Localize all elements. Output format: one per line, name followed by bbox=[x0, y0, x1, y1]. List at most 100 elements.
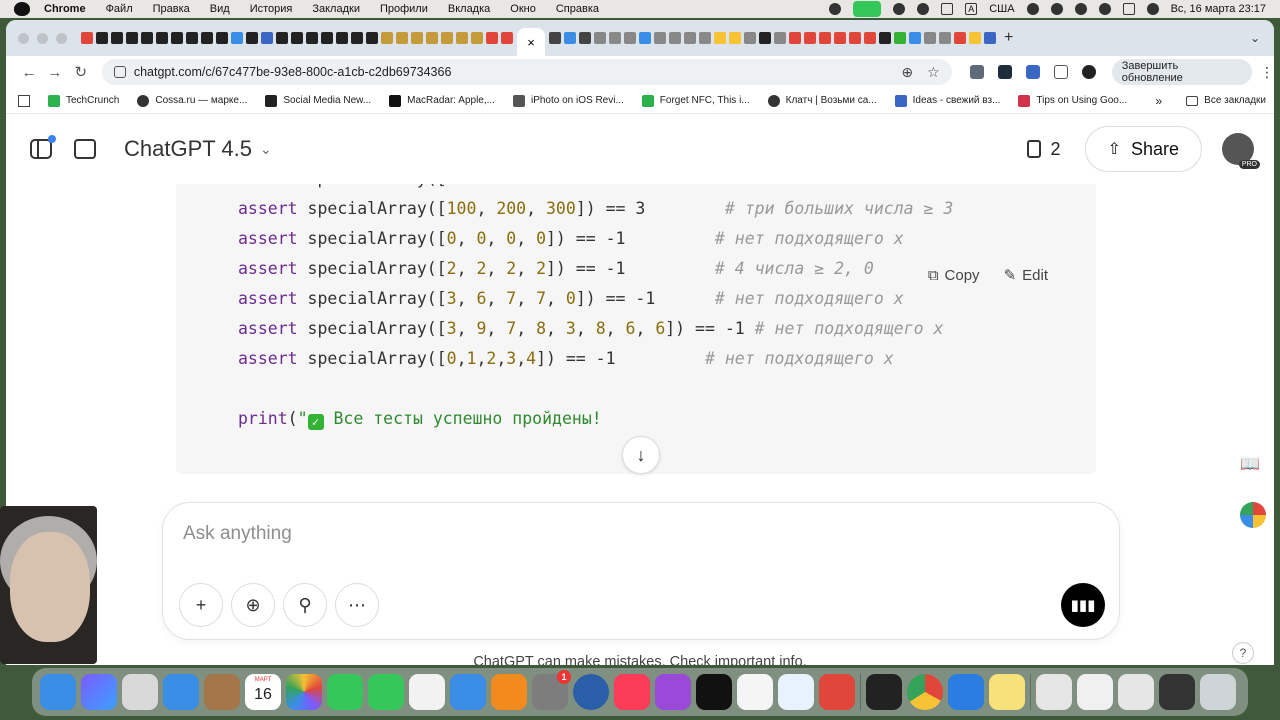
wifi-icon[interactable] bbox=[1050, 3, 1063, 15]
tab-favicon[interactable] bbox=[804, 32, 816, 44]
bookmark-item[interactable]: iPhoto on iOS Revi... bbox=[512, 94, 624, 107]
notes-icon[interactable] bbox=[989, 674, 1025, 710]
tab-favicon[interactable] bbox=[714, 32, 726, 44]
tab-favicon[interactable] bbox=[141, 32, 153, 44]
tab-favicon[interactable] bbox=[699, 32, 711, 44]
sidebar-toggle-icon[interactable] bbox=[30, 135, 56, 159]
tab-favicon[interactable] bbox=[261, 32, 273, 44]
share-button[interactable]: ⇧ Share bbox=[1084, 126, 1202, 172]
bookmark-star-icon[interactable]: ☆ bbox=[927, 64, 940, 81]
iphone-mirroring-icon[interactable] bbox=[819, 674, 855, 710]
reload-icon[interactable]: ↻ bbox=[68, 63, 94, 81]
apple-tv-icon[interactable] bbox=[696, 674, 732, 710]
system-settings-icon[interactable]: 1 bbox=[532, 670, 571, 710]
translate-icon[interactable] bbox=[1025, 65, 1040, 79]
keyboard-layout-icon[interactable]: A bbox=[965, 3, 978, 15]
bookmark-item[interactable]: MacRadar: Apple,... bbox=[389, 94, 495, 107]
tab-favicon[interactable] bbox=[894, 32, 906, 44]
keynote-icon[interactable] bbox=[450, 674, 486, 710]
apple-icon[interactable] bbox=[14, 2, 30, 16]
tab-favicon[interactable] bbox=[549, 32, 561, 44]
tab-favicon[interactable] bbox=[126, 32, 138, 44]
siri-icon[interactable] bbox=[1146, 3, 1159, 15]
tab-favicon[interactable] bbox=[171, 32, 183, 44]
eject-icon[interactable] bbox=[1074, 3, 1087, 15]
window-thumbnail-icon[interactable] bbox=[1159, 674, 1195, 710]
attach-plus-button[interactable]: + bbox=[179, 583, 223, 627]
tab-favicon[interactable] bbox=[501, 32, 513, 44]
play-icon[interactable] bbox=[893, 3, 906, 15]
tab-favicon[interactable] bbox=[156, 32, 168, 44]
numbers-icon[interactable] bbox=[409, 674, 445, 710]
message-composer[interactable]: Ask anything + ⊕ ⚲ ⋯ ▮▮▮ bbox=[162, 502, 1120, 640]
document-thumbnail-icon[interactable] bbox=[1036, 674, 1072, 710]
tab-favicon[interactable] bbox=[81, 32, 93, 44]
address-bar[interactable]: chatgpt.com/c/67c477be-93e8-800c-a1cb-c2… bbox=[101, 59, 952, 85]
window-thumbnail-icon[interactable] bbox=[1077, 674, 1113, 710]
more-vertical-icon[interactable]: ⋮ bbox=[1260, 64, 1274, 81]
tab-favicon[interactable] bbox=[456, 32, 468, 44]
menu-app-name[interactable]: Chrome bbox=[44, 3, 86, 15]
scroll-to-bottom-button[interactable]: ↓ bbox=[622, 436, 660, 474]
extensions-puzzle-icon[interactable] bbox=[1053, 65, 1068, 79]
menu-bookmarks[interactable]: Закладки bbox=[312, 3, 360, 15]
tab-favicon[interactable] bbox=[669, 32, 681, 44]
books-icon[interactable] bbox=[491, 674, 527, 710]
trash-icon[interactable] bbox=[1200, 674, 1236, 710]
bookmark-item[interactable]: Forget NFC, This i... bbox=[641, 94, 750, 107]
podcasts-icon[interactable] bbox=[655, 674, 691, 710]
calendar-icon[interactable]: 16 bbox=[245, 674, 281, 710]
tab-favicon[interactable] bbox=[381, 32, 393, 44]
tab-favicon[interactable] bbox=[246, 32, 258, 44]
tab-favicon[interactable] bbox=[654, 32, 666, 44]
contacts-icon[interactable] bbox=[204, 674, 240, 710]
tab-favicon[interactable] bbox=[624, 32, 636, 44]
tab-search-chevron-icon[interactable]: ⌄ bbox=[1250, 31, 1260, 45]
menu-view[interactable]: Вид bbox=[210, 3, 230, 15]
forward-arrow-icon[interactable]: → bbox=[42, 64, 68, 81]
bookmark-item[interactable]: Tips on Using Goo... bbox=[1018, 94, 1127, 107]
site-info-icon[interactable] bbox=[113, 66, 126, 78]
tab-favicon[interactable] bbox=[564, 32, 576, 44]
model-selector[interactable]: ChatGPT 4.5 bbox=[124, 136, 252, 162]
tab-favicon[interactable] bbox=[939, 32, 951, 44]
music-icon[interactable] bbox=[614, 674, 650, 710]
tab-favicon[interactable] bbox=[819, 32, 831, 44]
bluetooth-icon[interactable] bbox=[1026, 3, 1039, 15]
search-icon[interactable] bbox=[1098, 3, 1111, 15]
textedit-icon[interactable] bbox=[737, 674, 773, 710]
back-arrow-icon[interactable]: ← bbox=[16, 64, 42, 81]
siri-icon[interactable] bbox=[81, 674, 117, 710]
vscode-icon[interactable] bbox=[948, 674, 984, 710]
tab-favicon[interactable] bbox=[351, 32, 363, 44]
close-tab-icon[interactable]: × bbox=[527, 35, 535, 50]
menu-file[interactable]: Файл bbox=[106, 3, 133, 15]
bookmark-item[interactable]: Cossa.ru — марке... bbox=[137, 94, 247, 107]
tab-favicon[interactable] bbox=[411, 32, 423, 44]
record-icon[interactable] bbox=[829, 3, 842, 15]
url-text[interactable]: chatgpt.com/c/67c477be-93e8-800c-a1cb-c2… bbox=[134, 65, 452, 79]
menu-window[interactable]: Окно bbox=[510, 3, 536, 15]
tab-favicon[interactable] bbox=[426, 32, 438, 44]
book-icon[interactable]: 📖 bbox=[1240, 454, 1264, 474]
tab-favicon[interactable] bbox=[594, 32, 606, 44]
window-thumbnail-icon[interactable] bbox=[1118, 674, 1154, 710]
tab-favicon[interactable] bbox=[441, 32, 453, 44]
zoom-window-button[interactable] bbox=[56, 32, 67, 44]
extension-icon[interactable] bbox=[969, 65, 984, 79]
tab-favicon[interactable] bbox=[924, 32, 936, 44]
tab-favicon[interactable] bbox=[201, 32, 213, 44]
tab-favicon[interactable] bbox=[186, 32, 198, 44]
control-center-icon[interactable] bbox=[1122, 3, 1135, 15]
photos-icon[interactable] bbox=[286, 674, 322, 710]
messages-icon[interactable] bbox=[368, 674, 404, 710]
menu-tab[interactable]: Вкладка bbox=[448, 3, 490, 15]
keyboard-layout-label[interactable]: США bbox=[989, 3, 1014, 15]
tab-favicon[interactable] bbox=[336, 32, 348, 44]
tab-favicon[interactable] bbox=[366, 32, 378, 44]
tab-favicon[interactable] bbox=[759, 32, 771, 44]
bookmark-item[interactable]: Social Media New... bbox=[265, 94, 371, 107]
tab-favicon[interactable] bbox=[111, 32, 123, 44]
tab-favicon[interactable] bbox=[321, 32, 333, 44]
tab-favicon[interactable] bbox=[231, 32, 243, 44]
